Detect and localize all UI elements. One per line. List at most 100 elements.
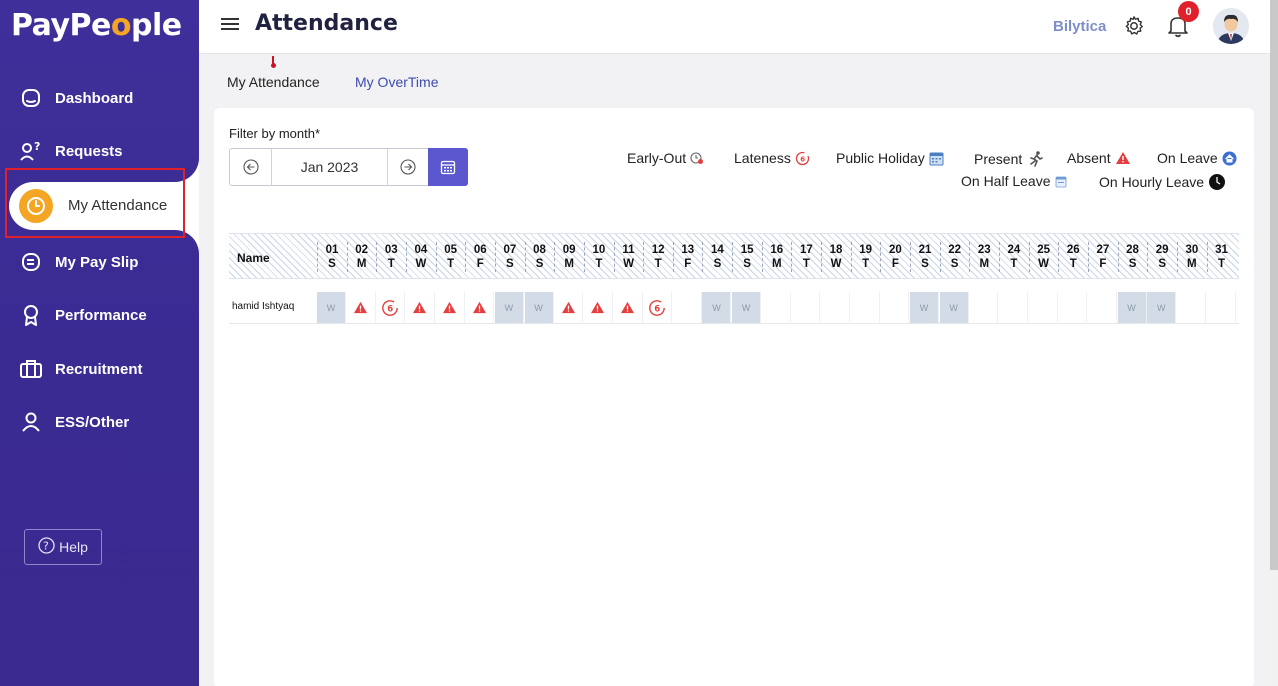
name-column-header: Name — [237, 251, 270, 265]
sidebar-item-label: Requests — [55, 142, 123, 160]
absent-cell[interactable] — [406, 292, 435, 323]
legend-label: Lateness — [734, 150, 791, 166]
absent-cell[interactable] — [584, 292, 613, 323]
home-icon — [20, 87, 42, 109]
weekend-cell[interactable]: W — [1117, 292, 1147, 323]
svg-text:?: ? — [43, 540, 49, 553]
empty-cell[interactable] — [791, 292, 821, 323]
arrow-left-icon — [242, 159, 259, 175]
absent-cell[interactable] — [347, 292, 376, 323]
absent-cell[interactable] — [465, 292, 495, 323]
day-column-header: 16 M — [770, 244, 784, 270]
day-column-header: 05 T — [444, 244, 457, 270]
calendar-button[interactable] — [428, 148, 468, 186]
weekend-cell[interactable]: W — [732, 292, 762, 323]
empty-cell[interactable] — [1058, 292, 1088, 323]
empty-cell[interactable] — [880, 292, 910, 323]
empty-cell[interactable] — [999, 292, 1028, 323]
legend-label: On Leave — [1157, 150, 1218, 166]
day-column-header: 01 S — [325, 244, 339, 270]
tab-my-attendance[interactable]: My Attendance — [227, 74, 320, 90]
lateness-icon: 6 — [649, 299, 666, 316]
legend-label: Public Holiday — [836, 150, 925, 166]
warning-icon — [591, 301, 605, 314]
day-column-header: 17 T — [799, 244, 813, 270]
table-row[interactable]: hamid Ishtyaq W6WW6WWWWWW — [229, 289, 1239, 324]
day-column-header: 20 F — [888, 244, 902, 270]
empty-cell[interactable] — [1029, 292, 1058, 323]
sidebar-item-requests[interactable]: ? Requests — [0, 131, 199, 171]
empty-cell[interactable] — [851, 292, 880, 323]
day-column-header: 15 S — [740, 244, 754, 270]
attendance-card — [214, 108, 1254, 686]
sidebar-item-dashboard[interactable]: Dashboard — [0, 78, 199, 118]
requests-icon: ? — [20, 140, 42, 162]
menu-icon[interactable] — [221, 18, 239, 32]
empty-cell[interactable] — [1207, 292, 1236, 323]
gear-icon[interactable] — [1123, 15, 1145, 37]
sidebar-item-label: Recruitment — [55, 360, 143, 378]
empty-cell[interactable] — [1088, 292, 1117, 323]
lateness-cell[interactable]: 6 — [376, 292, 406, 323]
empty-cell[interactable] — [969, 292, 999, 323]
weekend-cell[interactable]: W — [702, 292, 732, 323]
help-button[interactable]: ? Help — [24, 529, 102, 565]
arrow-right-icon — [400, 159, 416, 175]
avatar[interactable] — [1213, 8, 1249, 44]
month-picker: Jan 2023 — [229, 148, 468, 186]
legend-on-hourly-leave: On Hourly Leave — [1099, 173, 1226, 191]
lateness-cell[interactable]: 6 — [643, 292, 673, 323]
legend-on-half-leave: On Half Leave — [961, 173, 1067, 189]
early-out-icon — [690, 152, 704, 164]
absent-cell[interactable] — [436, 292, 465, 323]
sidebar: PayPeople Dashboard ? Requests My Attend… — [0, 0, 199, 686]
sidebar-item-performance[interactable]: Performance — [0, 295, 199, 335]
weekend-cell[interactable]: W — [939, 292, 969, 323]
weekend-cell[interactable]: W — [317, 292, 346, 323]
weekend-cell[interactable]: W — [910, 292, 939, 323]
day-column-header: 27 F — [1096, 244, 1110, 270]
absent-cell[interactable] — [554, 292, 584, 323]
legend-label: Present — [974, 151, 1023, 167]
weekend-cell[interactable]: W — [524, 292, 554, 323]
legend-label: Absent — [1067, 150, 1111, 166]
sidebar-item-label: ESS/Other — [55, 413, 130, 431]
empty-cell[interactable] — [762, 292, 791, 323]
empty-cell[interactable] — [673, 292, 702, 323]
previous-month-button[interactable] — [230, 149, 272, 185]
selected-month[interactable]: Jan 2023 — [272, 149, 387, 185]
weekend-cell[interactable]: W — [494, 292, 524, 323]
payslip-icon — [20, 251, 42, 273]
weekend-cell[interactable]: W — [1147, 292, 1177, 323]
day-column-header: 25 W — [1037, 244, 1050, 270]
sidebar-item-my-pay-slip[interactable]: My Pay Slip — [0, 242, 199, 282]
running-person-icon — [1030, 151, 1044, 167]
tab-my-overtime[interactable]: My OverTime — [355, 74, 438, 90]
empty-cell[interactable] — [821, 292, 851, 323]
day-column-header: 03 T — [384, 244, 398, 270]
absent-cell[interactable] — [614, 292, 643, 323]
warning-icon — [354, 301, 368, 314]
day-column-header: 07 S — [503, 244, 517, 270]
legend-absent: Absent — [1067, 150, 1131, 166]
day-column-header: 14 S — [711, 244, 724, 270]
next-month-button[interactable] — [387, 149, 428, 185]
scrollbar-thumb[interactable] — [1270, 0, 1278, 570]
day-column-header: 11 W — [622, 244, 635, 270]
sidebar-item-label: Performance — [55, 306, 147, 324]
warning-icon — [413, 301, 427, 314]
svg-text:6: 6 — [654, 304, 660, 314]
sidebar-item-label: My Pay Slip — [55, 253, 139, 271]
paypeople-logo[interactable]: PayPeople — [11, 8, 182, 43]
day-column-header: 13 F — [681, 244, 695, 270]
employee-name: hamid Ishtyaq — [232, 301, 295, 312]
sidebar-item-recruitment[interactable]: Recruitment — [0, 349, 199, 389]
day-column-header: 06 F — [473, 244, 487, 270]
day-column-header: 29 S — [1155, 244, 1169, 270]
company-name[interactable]: Bilytica — [1053, 18, 1106, 35]
legend-present: Present — [974, 150, 1044, 168]
empty-cell[interactable] — [1177, 292, 1206, 323]
svg-text:?: ? — [34, 141, 40, 153]
sidebar-item-ess-other[interactable]: ESS/Other — [0, 402, 199, 442]
day-column-header: 28 S — [1126, 244, 1139, 270]
